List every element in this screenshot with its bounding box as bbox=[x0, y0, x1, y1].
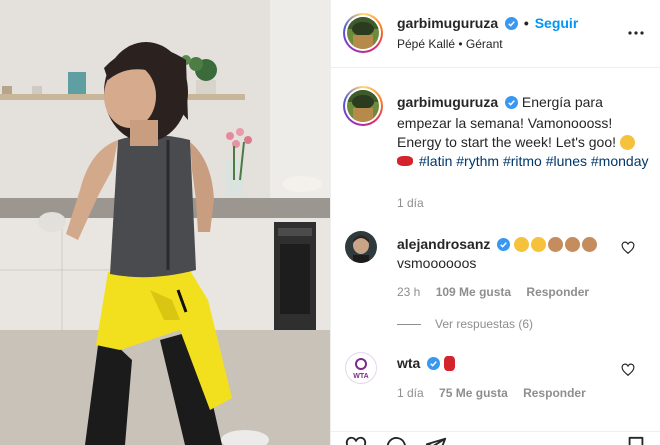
video-frame bbox=[0, 0, 330, 445]
view-replies-label: Ver respuestas (6) bbox=[435, 317, 534, 331]
post-header: garbimuguruza • Seguir Pépé Kallé • Géra… bbox=[331, 0, 660, 68]
view-replies-button[interactable]: Ver respuestas (6) bbox=[397, 317, 533, 331]
reply-button[interactable]: Responder bbox=[526, 285, 589, 299]
action-bar bbox=[331, 431, 660, 445]
hashtag-lunes[interactable]: #lunes bbox=[546, 153, 587, 169]
hashtag-ritmo[interactable]: #ritmo bbox=[503, 153, 542, 169]
caption-author[interactable]: garbimuguruza bbox=[397, 94, 498, 110]
clap-emoji-icon bbox=[565, 237, 581, 252]
reply-button[interactable]: Responder bbox=[523, 386, 586, 400]
comment-meta: 23 h 109 Me gusta Responder bbox=[397, 285, 589, 299]
author-name[interactable]: garbimuguruza bbox=[397, 15, 498, 31]
verified-icon bbox=[505, 17, 519, 33]
hashtag-rythm[interactable]: #rythm bbox=[456, 153, 499, 169]
more-icon[interactable] bbox=[627, 24, 645, 42]
commenter-line: wta bbox=[397, 355, 457, 373]
post-sidebar: garbimuguruza • Seguir Pépé Kallé • Géra… bbox=[330, 0, 660, 445]
author-avatar[interactable] bbox=[343, 13, 383, 53]
follow-button[interactable]: Seguir bbox=[535, 15, 579, 31]
comment-likes[interactable]: 109 Me gusta bbox=[436, 285, 511, 299]
grinning-emoji-icon bbox=[514, 237, 530, 252]
commenter-avatar[interactable]: WTA bbox=[345, 352, 377, 384]
commenter-name[interactable]: wta bbox=[397, 355, 420, 371]
caption-time[interactable]: 1 día bbox=[397, 196, 424, 210]
svg-text:WTA: WTA bbox=[353, 373, 368, 380]
comment-text: vsmoooooos bbox=[397, 255, 477, 271]
commenter-line: alejandrosanz bbox=[397, 236, 599, 254]
clap-emoji-icon bbox=[548, 237, 564, 252]
audio-info[interactable]: Pépé Kallé • Gérant bbox=[397, 37, 503, 51]
caption-avatar[interactable] bbox=[343, 86, 383, 126]
comments-area[interactable]: garbimuguruza Energía para empezar la se… bbox=[331, 69, 660, 431]
grinning-emoji-icon bbox=[531, 237, 547, 252]
replies-divider bbox=[397, 324, 421, 326]
share-icon[interactable] bbox=[425, 436, 447, 445]
commenter-name[interactable]: alejandrosanz bbox=[397, 236, 490, 252]
heart-icon[interactable] bbox=[621, 363, 635, 377]
heart-icon[interactable] bbox=[345, 436, 367, 445]
header-author-line: garbimuguruza • Seguir bbox=[397, 15, 578, 33]
lips-emoji-icon bbox=[397, 156, 413, 166]
verified-icon bbox=[505, 95, 519, 114]
verified-icon bbox=[427, 357, 441, 373]
commenter-avatar[interactable] bbox=[345, 231, 377, 263]
post-media[interactable] bbox=[0, 0, 330, 445]
comment-time[interactable]: 23 h bbox=[397, 285, 420, 299]
verified-icon bbox=[497, 238, 511, 254]
clap-emoji-icon bbox=[582, 237, 598, 252]
post-caption: garbimuguruza Energía para empezar la se… bbox=[397, 93, 651, 171]
separator-dot: • bbox=[523, 15, 529, 31]
comment-icon[interactable] bbox=[385, 436, 407, 445]
comment-likes[interactable]: 75 Me gusta bbox=[439, 386, 508, 400]
heart-icon[interactable] bbox=[621, 241, 635, 255]
hashtag-monday[interactable]: #monday bbox=[591, 153, 649, 169]
comment-time[interactable]: 1 día bbox=[397, 386, 424, 400]
hashtag-latin[interactable]: #latin bbox=[419, 153, 452, 169]
dancer-emoji-icon bbox=[444, 356, 456, 371]
kiss-face-emoji-icon bbox=[619, 135, 635, 150]
bookmark-icon[interactable] bbox=[625, 436, 647, 445]
comment-meta: 1 día 75 Me gusta Responder bbox=[397, 386, 586, 400]
